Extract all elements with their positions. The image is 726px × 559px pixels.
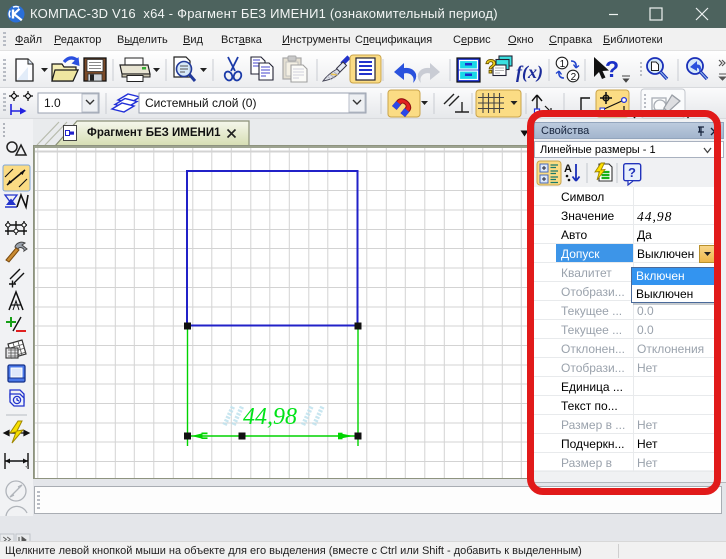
svg-text:?: ? xyxy=(605,56,619,82)
svg-text:1.0: 1.0 xyxy=(44,96,61,110)
svg-text:f(x): f(x) xyxy=(516,62,543,83)
svg-text:Системный слой (0): Системный слой (0) xyxy=(145,96,256,110)
svg-text:1: 1 xyxy=(560,59,566,70)
svg-text:2: 2 xyxy=(571,72,577,83)
svg-text:?: ? xyxy=(485,57,497,78)
svg-text:44,98: 44,98 xyxy=(243,404,297,430)
